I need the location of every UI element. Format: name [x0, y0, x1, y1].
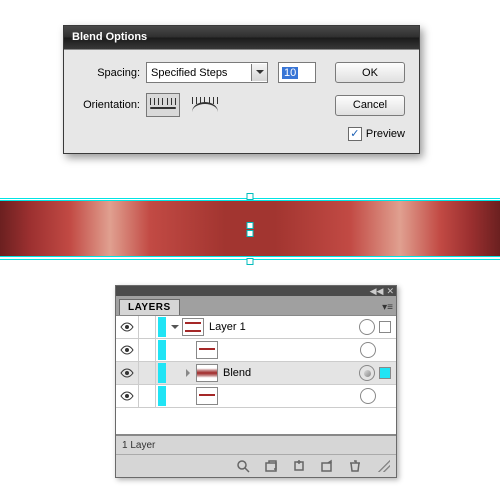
orientation-path-icon[interactable]: [188, 93, 222, 117]
layer-row[interactable]: Layer 1: [116, 316, 396, 339]
layers-panel: ◀◀ ✕ LAYERS ▾≡ Layer 1 Blend 1 Layer: [115, 285, 397, 478]
blend-options-dialog: Blend Options Spacing: 10 OK Orientation…: [63, 25, 420, 154]
panel-collapse-icon[interactable]: ◀◀: [370, 286, 384, 297]
lock-column[interactable]: [139, 362, 156, 384]
layer-name[interactable]: Blend: [223, 367, 359, 379]
selection-handle[interactable]: [247, 258, 254, 265]
layer-thumbnail: [196, 341, 218, 359]
selection-indicator[interactable]: [379, 321, 391, 333]
delete-layer-icon[interactable]: [346, 458, 364, 474]
panel-resize-icon[interactable]: [378, 460, 390, 472]
layer-status: 1 Layer: [116, 435, 396, 454]
ok-button[interactable]: OK: [335, 62, 405, 83]
cancel-button[interactable]: Cancel: [335, 95, 405, 116]
dialog-title: Blend Options: [64, 26, 419, 49]
visibility-icon[interactable]: [116, 362, 139, 384]
layer-thumbnail: [196, 387, 218, 405]
selection-handle[interactable]: [247, 222, 254, 229]
layer-list: Layer 1 Blend: [116, 315, 396, 435]
panel-close-icon[interactable]: ✕: [386, 286, 394, 297]
target-icon[interactable]: [360, 342, 376, 358]
new-layer-icon[interactable]: [318, 458, 336, 474]
lock-column[interactable]: [139, 385, 156, 407]
layer-color-chip: [158, 340, 166, 360]
steps-input[interactable]: 10: [278, 62, 316, 83]
visibility-icon[interactable]: [116, 385, 139, 407]
panel-menu-icon[interactable]: ▾≡: [382, 302, 393, 315]
dropdown-arrow-icon[interactable]: [251, 64, 267, 81]
selection-handle[interactable]: [247, 193, 254, 200]
spacing-value[interactable]: [147, 64, 251, 81]
layer-row[interactable]: [116, 385, 396, 408]
lock-column[interactable]: [139, 316, 156, 338]
target-icon[interactable]: [360, 388, 376, 404]
steps-value[interactable]: 10: [282, 67, 298, 79]
locate-object-icon[interactable]: [234, 458, 252, 474]
preview-checkbox[interactable]: [348, 127, 362, 141]
visibility-icon[interactable]: [116, 316, 139, 338]
selection-indicator[interactable]: [379, 367, 391, 379]
layer-color-chip: [158, 317, 166, 337]
lock-column[interactable]: [139, 339, 156, 361]
orientation-horizontal-icon[interactable]: [146, 93, 180, 117]
layer-thumbnail: [196, 364, 218, 382]
visibility-icon[interactable]: [116, 339, 139, 361]
layer-row[interactable]: Blend: [116, 362, 396, 385]
layer-color-chip: [158, 386, 166, 406]
spacing-label: Spacing:: [74, 67, 140, 79]
layer-color-chip: [158, 363, 166, 383]
spacing-dropdown[interactable]: [146, 62, 268, 83]
layer-name[interactable]: Layer 1: [209, 321, 359, 333]
new-sublayer-icon[interactable]: [290, 458, 308, 474]
canvas-artwork: [0, 200, 500, 260]
layer-row[interactable]: [116, 339, 396, 362]
selection-handle[interactable]: [247, 230, 254, 237]
layers-tab[interactable]: LAYERS: [119, 299, 180, 315]
target-icon[interactable]: [359, 319, 375, 335]
make-clipping-mask-icon[interactable]: [262, 458, 280, 474]
target-icon[interactable]: [359, 365, 375, 381]
preview-label: Preview: [366, 128, 405, 140]
layer-thumbnail: [182, 318, 204, 336]
orientation-label: Orientation:: [74, 99, 140, 111]
